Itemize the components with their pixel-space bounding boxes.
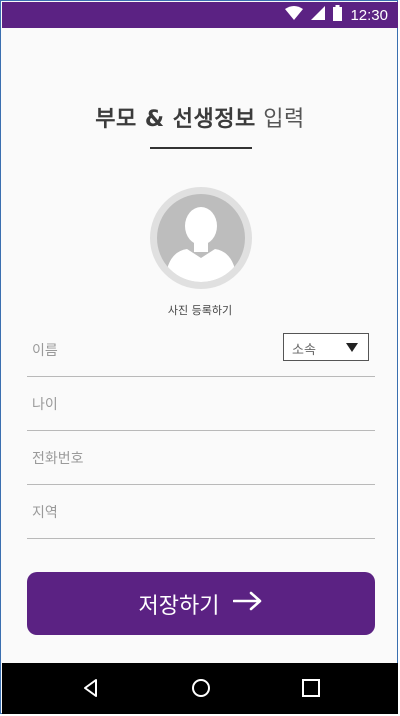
dropdown-arrow-icon xyxy=(346,343,358,352)
page-title-light: 입력 xyxy=(263,107,305,132)
age-field-label: 나이 xyxy=(32,397,58,413)
affiliation-select[interactable]: 소속 xyxy=(283,333,369,361)
status-bar: 12:30 xyxy=(2,2,398,28)
wifi-icon xyxy=(285,6,304,24)
phone-field-label: 전화번호 xyxy=(32,451,84,467)
signal-icon xyxy=(311,6,326,24)
name-field-label: 이름 xyxy=(32,343,58,359)
back-icon[interactable] xyxy=(80,677,102,699)
region-field-label: 지역 xyxy=(32,505,58,521)
affiliation-select-value: 소속 xyxy=(292,343,316,358)
arrow-right-icon xyxy=(233,591,263,617)
status-time: 12:30 xyxy=(350,6,388,24)
battery-icon xyxy=(333,5,343,25)
recents-icon[interactable] xyxy=(300,677,322,699)
person-icon xyxy=(157,194,245,282)
phone-screen: 12:30 부모 & 선생정보 입력 사진 등록하기 이름 소속 나이 전화번호… xyxy=(0,0,398,714)
phone-field[interactable]: 전화번호 xyxy=(27,430,375,485)
photo-register-label: 사진 등록하기 xyxy=(167,304,233,317)
profile-photo-button[interactable] xyxy=(150,187,252,289)
page-title: 부모 & 선생정보 입력 xyxy=(1,101,399,133)
home-icon[interactable] xyxy=(190,677,212,699)
save-button-label: 저장하기 xyxy=(138,593,220,619)
title-underline xyxy=(150,147,252,149)
navigation-bar xyxy=(2,663,398,714)
region-field[interactable]: 지역 xyxy=(27,484,375,539)
page-title-bold: 부모 & 선생정보 xyxy=(95,107,256,132)
save-button[interactable]: 저장하기 xyxy=(27,572,375,635)
name-field[interactable]: 이름 소속 xyxy=(27,322,375,377)
age-field[interactable]: 나이 xyxy=(27,376,375,431)
